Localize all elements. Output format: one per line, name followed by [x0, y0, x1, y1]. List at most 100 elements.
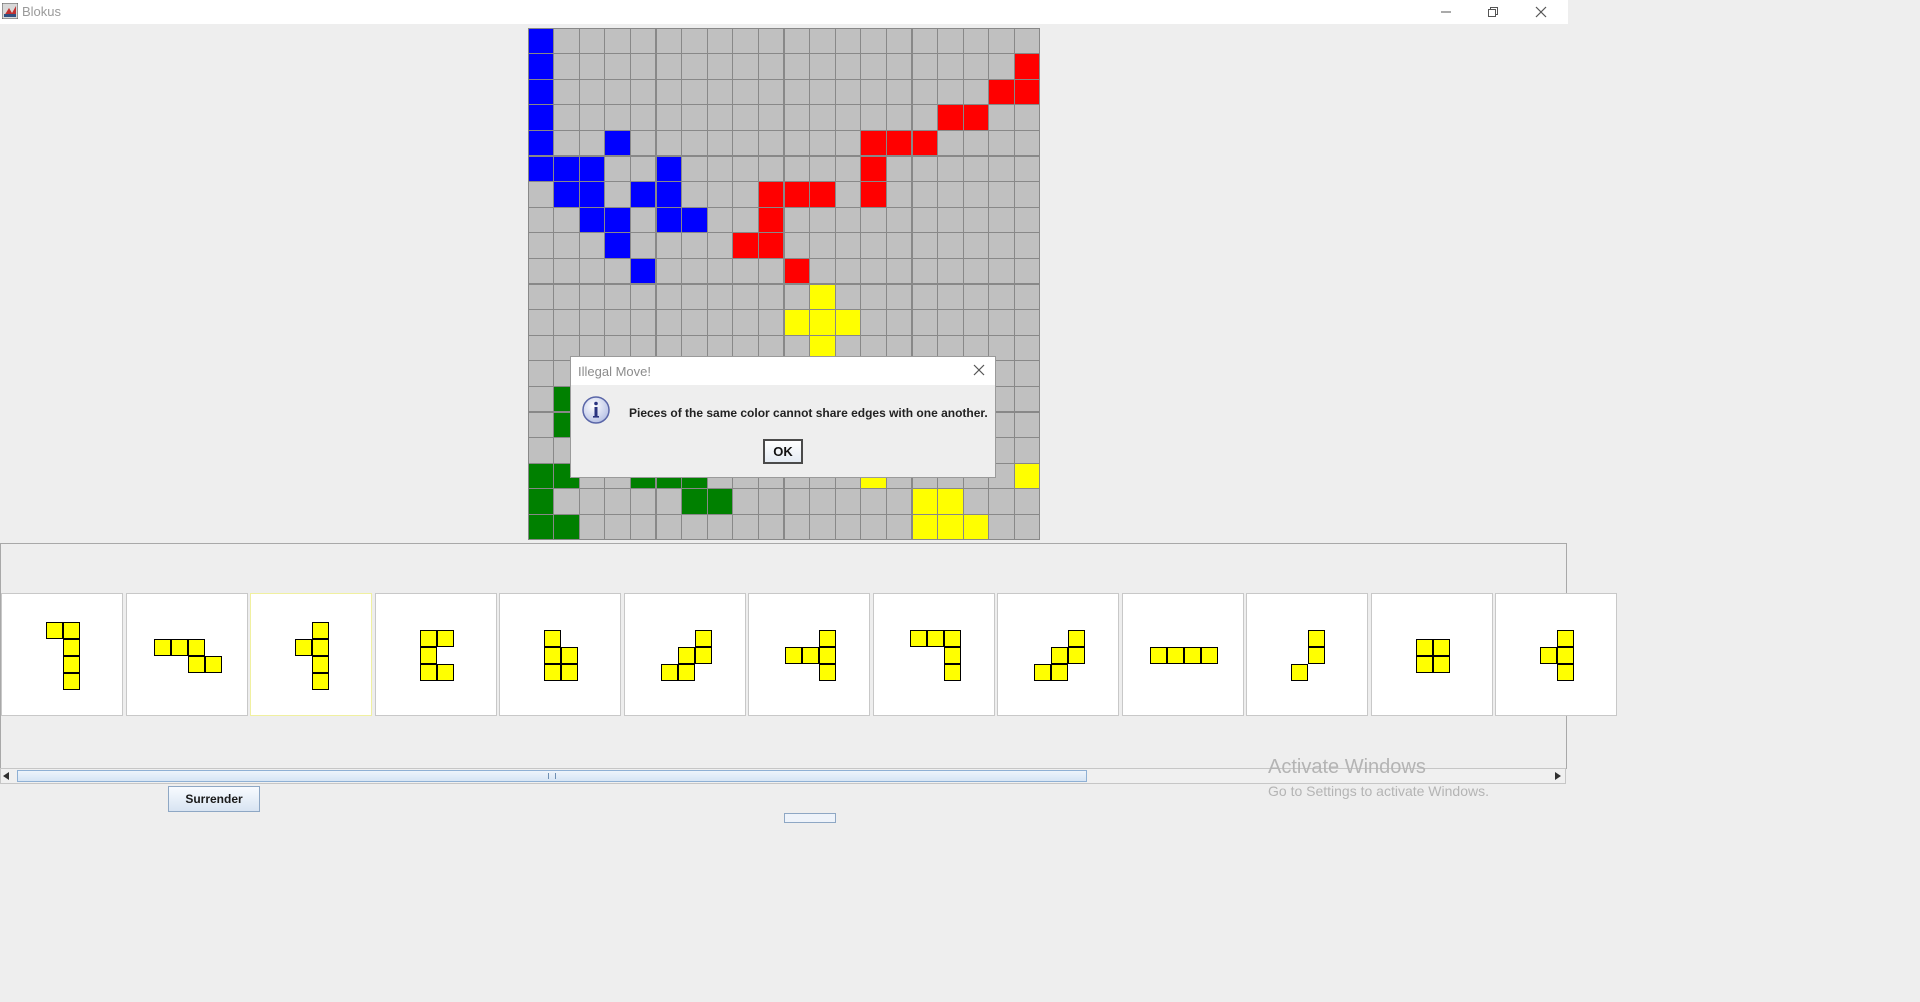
board-cell[interactable]: [554, 54, 579, 79]
board-cell[interactable]: [989, 514, 1014, 540]
board-cell[interactable]: [1014, 54, 1040, 79]
board-cell[interactable]: [630, 130, 656, 156]
board-cell[interactable]: [1014, 105, 1040, 130]
board-cell[interactable]: [605, 105, 630, 130]
board-cell[interactable]: [810, 105, 835, 130]
board-cell[interactable]: [528, 28, 554, 54]
board-cell[interactable]: [630, 207, 656, 233]
board-cell[interactable]: [656, 54, 682, 79]
board-cell[interactable]: [1014, 463, 1040, 489]
board-cell[interactable]: [938, 207, 963, 233]
board-cell[interactable]: [861, 233, 886, 258]
board-cell[interactable]: [963, 514, 989, 540]
board-cell[interactable]: [554, 489, 579, 514]
board-cell[interactable]: [963, 284, 989, 310]
board-cell[interactable]: [528, 54, 554, 79]
board-cell[interactable]: [758, 489, 784, 514]
board-cell[interactable]: [733, 310, 758, 335]
board-cell[interactable]: [758, 514, 784, 540]
board-cell[interactable]: [989, 130, 1014, 156]
board-cell[interactable]: [886, 130, 912, 156]
board-cell[interactable]: [912, 28, 938, 54]
board-cell[interactable]: [656, 258, 682, 284]
board-cell[interactable]: [886, 514, 912, 540]
board-cell[interactable]: [1014, 310, 1040, 335]
board-cell[interactable]: [707, 207, 733, 233]
piece-card[interactable]: [997, 593, 1119, 716]
board-cell[interactable]: [656, 310, 682, 335]
board-cell[interactable]: [886, 207, 912, 233]
scrollbar-thumb[interactable]: [17, 770, 1087, 782]
board-cell[interactable]: [938, 284, 963, 310]
board-cell[interactable]: [605, 207, 630, 233]
board-cell[interactable]: [733, 207, 758, 233]
board-cell[interactable]: [912, 489, 938, 514]
board-cell[interactable]: [1014, 156, 1040, 182]
board-cell[interactable]: [810, 130, 835, 156]
board-cell[interactable]: [938, 28, 963, 54]
board-cell[interactable]: [605, 258, 630, 284]
board-cell[interactable]: [835, 233, 861, 258]
close-button[interactable]: [1518, 0, 1564, 24]
board-cell[interactable]: [528, 310, 554, 335]
board-cell[interactable]: [656, 182, 682, 207]
board-cell[interactable]: [784, 514, 810, 540]
board-cell[interactable]: [758, 310, 784, 335]
board-cell[interactable]: [989, 233, 1014, 258]
board-cell[interactable]: [912, 156, 938, 182]
board-cell[interactable]: [758, 54, 784, 79]
board-cell[interactable]: [1014, 412, 1040, 438]
scroll-left-arrow-icon[interactable]: [3, 772, 9, 780]
board-cell[interactable]: [784, 284, 810, 310]
board-cell[interactable]: [810, 79, 835, 105]
board-cell[interactable]: [733, 156, 758, 182]
board-cell[interactable]: [963, 182, 989, 207]
piece-card[interactable]: [499, 593, 621, 716]
board-cell[interactable]: [1014, 258, 1040, 284]
board-cell[interactable]: [630, 156, 656, 182]
board-cell[interactable]: [707, 233, 733, 258]
board-cell[interactable]: [784, 233, 810, 258]
board-cell[interactable]: [554, 514, 579, 540]
board-cell[interactable]: [963, 207, 989, 233]
board-cell[interactable]: [682, 258, 707, 284]
board-cell[interactable]: [554, 156, 579, 182]
board-cell[interactable]: [630, 258, 656, 284]
board-cell[interactable]: [554, 284, 579, 310]
board-cell[interactable]: [810, 310, 835, 335]
board-cell[interactable]: [784, 79, 810, 105]
board-cell[interactable]: [861, 130, 886, 156]
board-cell[interactable]: [528, 438, 554, 463]
board-cell[interactable]: [605, 514, 630, 540]
piece-card[interactable]: [872, 593, 995, 716]
board-cell[interactable]: [758, 130, 784, 156]
board-cell[interactable]: [528, 182, 554, 207]
piece-card[interactable]: [1246, 593, 1368, 716]
piece-card[interactable]: [374, 593, 497, 716]
board-cell[interactable]: [733, 28, 758, 54]
board-cell[interactable]: [605, 233, 630, 258]
surrender-button[interactable]: Surrender: [168, 786, 260, 812]
board-cell[interactable]: [938, 54, 963, 79]
board-cell[interactable]: [861, 284, 886, 310]
board-cell[interactable]: [989, 284, 1014, 310]
board-cell[interactable]: [682, 310, 707, 335]
board-cell[interactable]: [630, 182, 656, 207]
board-cell[interactable]: [1014, 182, 1040, 207]
board-cell[interactable]: [528, 284, 554, 310]
board-cell[interactable]: [938, 258, 963, 284]
board-cell[interactable]: [630, 79, 656, 105]
board-cell[interactable]: [784, 130, 810, 156]
board-cell[interactable]: [1014, 361, 1040, 386]
board-cell[interactable]: [938, 514, 963, 540]
board-cell[interactable]: [886, 28, 912, 54]
board-cell[interactable]: [758, 28, 784, 54]
board-cell[interactable]: [938, 489, 963, 514]
board-cell[interactable]: [963, 28, 989, 54]
board-cell[interactable]: [784, 54, 810, 79]
board-cell[interactable]: [861, 156, 886, 182]
board-cell[interactable]: [707, 514, 733, 540]
board-cell[interactable]: [835, 489, 861, 514]
piece-card[interactable]: [1370, 593, 1493, 716]
restore-button[interactable]: [1470, 0, 1516, 24]
